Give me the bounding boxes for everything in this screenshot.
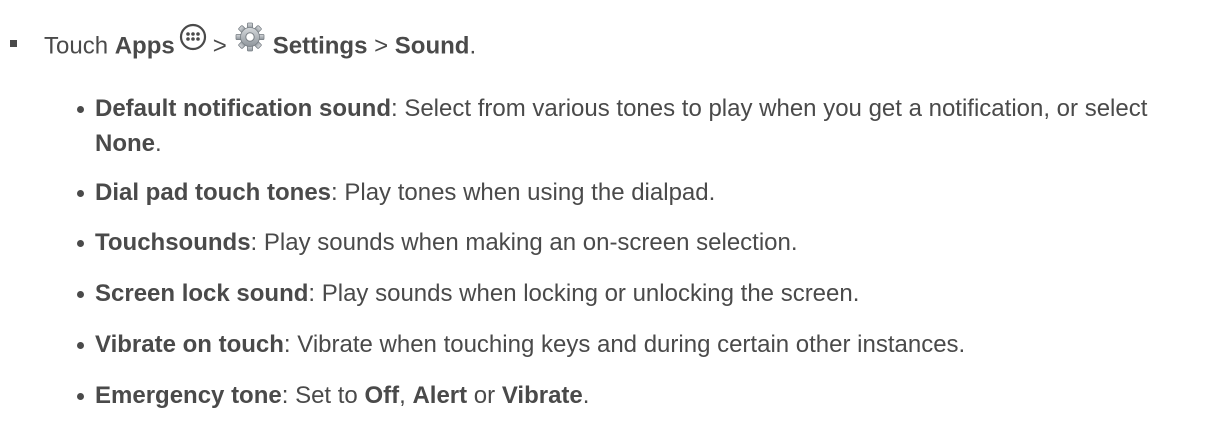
comma: ,: [399, 382, 413, 409]
colon: :: [390, 95, 398, 122]
item-description: Set to: [288, 382, 365, 409]
step-text: Touch Apps > Settings > Sound.: [44, 22, 477, 66]
colon: :: [331, 179, 338, 206]
list-item-text: Emergency tone: Set to Off, Alert or Vib…: [95, 378, 1215, 413]
colon: :: [283, 331, 291, 358]
item-description: Play tones when using the dialpad.: [337, 179, 716, 206]
item-term: Touchsounds: [95, 229, 251, 256]
list-item-text: Vibrate on touch: Vibrate when touching …: [95, 327, 1215, 362]
round-bullet: [77, 291, 84, 298]
round-bullet: [77, 393, 84, 400]
settings-sound-instructions: Touch Apps > Settings > Sound. Default n…: [0, 0, 1228, 445]
round-bullet: [77, 240, 84, 247]
square-bullet: [10, 40, 17, 47]
item-description: Play sounds when making an on-screen sel…: [257, 229, 798, 256]
round-bullet: [77, 342, 84, 349]
gear-icon: [235, 22, 265, 60]
item-description: Vibrate when touching keys and during ce…: [290, 331, 966, 358]
item-term: Dial pad touch tones: [95, 179, 332, 206]
sound-label: Sound: [394, 32, 470, 60]
list-item-text: Dial pad touch tones: Play tones when us…: [95, 175, 1215, 210]
apps-grid-icon: [179, 23, 207, 59]
item-term: Screen lock sound: [95, 280, 309, 307]
option-none: None: [95, 130, 155, 157]
separator: >: [374, 32, 389, 60]
option-vibrate: Vibrate: [501, 382, 583, 409]
list-item-text: Default notification sound: Select from …: [95, 91, 1215, 161]
list-item-text: Screen lock sound: Play sounds when lock…: [95, 276, 1215, 311]
option-alert: Alert: [412, 382, 468, 409]
period: .: [155, 130, 162, 157]
item-description: Select from various tones to play when y…: [397, 95, 1148, 122]
item-term: Emergency tone: [95, 382, 282, 409]
option-off: Off: [364, 382, 400, 409]
item-term: Default notification sound: [95, 95, 391, 122]
apps-label: Apps: [114, 32, 175, 60]
list-item-text: Touchsounds: Play sounds when making an …: [95, 225, 1215, 260]
item-term: Vibrate on touch: [95, 331, 284, 358]
or-word: or: [467, 382, 502, 409]
item-description: Play sounds when locking or unlocking th…: [315, 280, 860, 307]
period: .: [469, 32, 477, 60]
separator: >: [212, 32, 227, 60]
period: .: [582, 382, 590, 409]
settings-label: Settings: [272, 32, 368, 60]
touch-word: Touch: [44, 32, 109, 60]
step-item: Touch Apps > Settings > Sound.: [0, 18, 1228, 64]
round-bullet: [77, 190, 84, 197]
round-bullet: [77, 106, 84, 113]
